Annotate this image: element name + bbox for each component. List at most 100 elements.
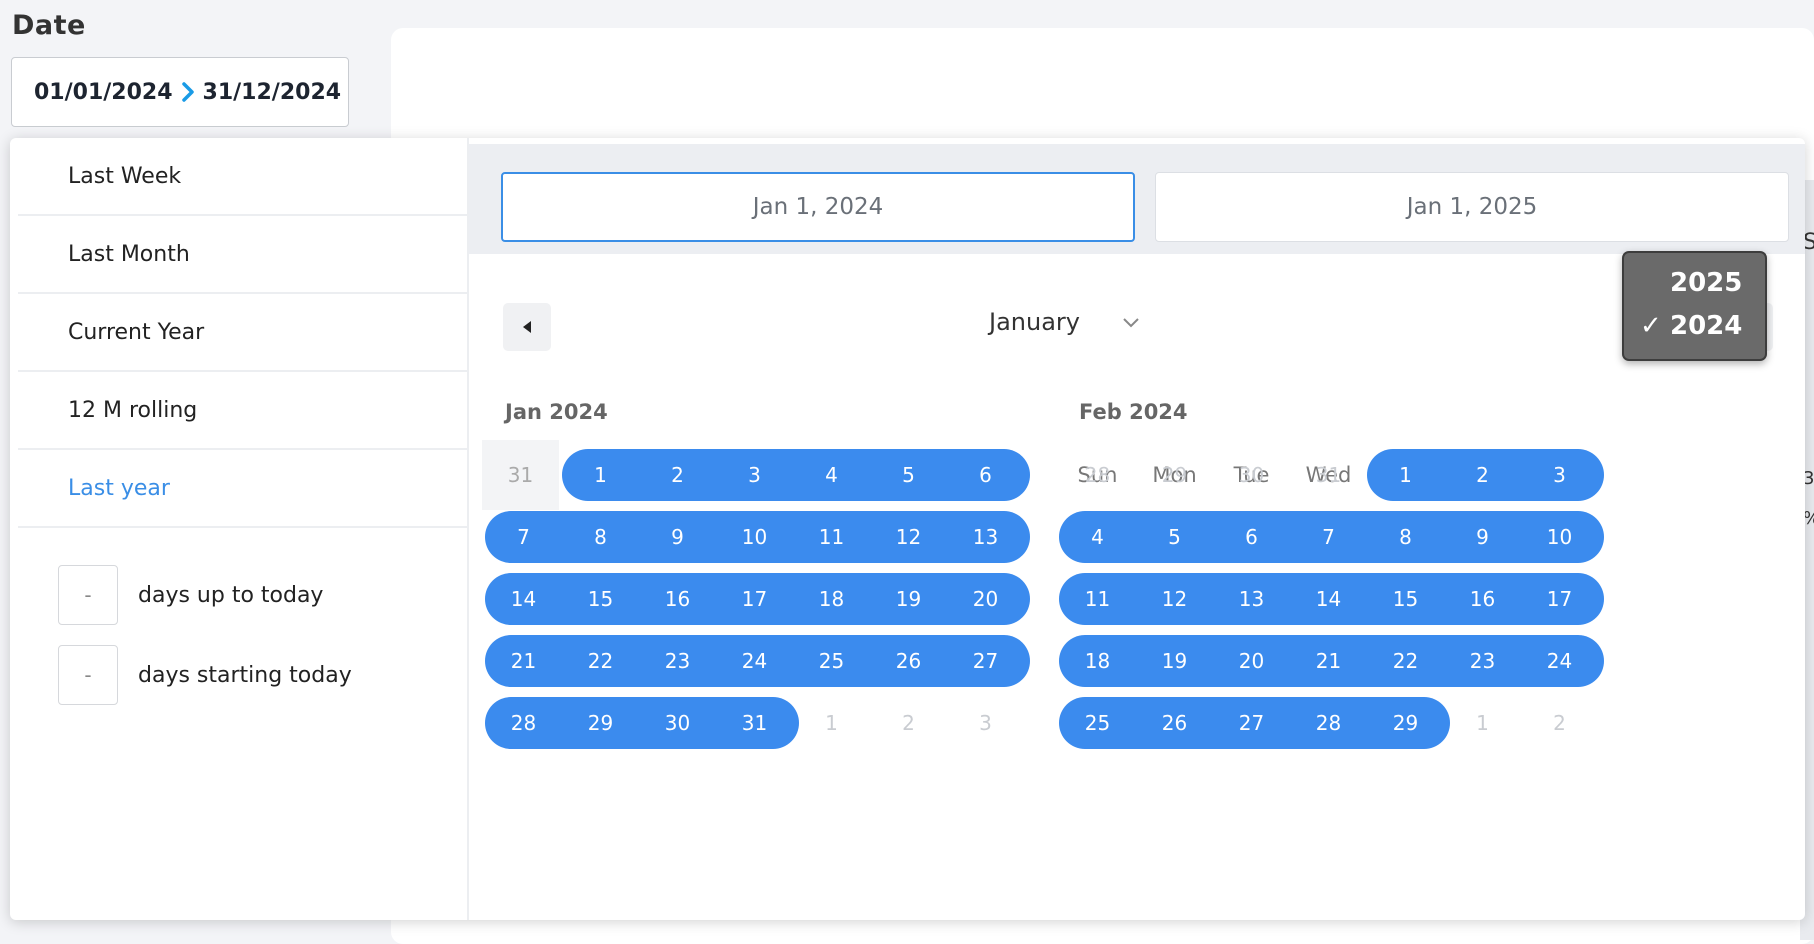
calendar-day[interactable]: 8 — [556, 511, 645, 563]
calendar-day-outside[interactable]: 1 — [787, 697, 876, 749]
calendar-day[interactable]: 15 — [556, 573, 645, 625]
calendar-day[interactable]: 26 — [1130, 697, 1219, 749]
triangle-left-icon — [523, 321, 531, 333]
calendar-day[interactable]: 9 — [633, 511, 722, 563]
date-label: Date — [12, 10, 86, 41]
calendar-day-outside[interactable]: 31 — [1284, 449, 1373, 501]
calendar-day[interactable]: 4 — [1053, 511, 1142, 563]
calendar-day[interactable]: 15 — [1361, 573, 1450, 625]
date-picker-popup: Last Week Last Month Current Year 12 M r… — [10, 138, 1805, 920]
calendar-day[interactable]: 5 — [864, 449, 953, 501]
date-range-field[interactable]: 01/01/2024 31/12/2024 — [11, 57, 349, 127]
days-up-to-today-label: days up to today — [138, 582, 324, 608]
calendar-day[interactable]: 24 — [1515, 635, 1604, 687]
calendar-day[interactable]: 18 — [787, 573, 876, 625]
calendar-day[interactable]: 7 — [479, 511, 568, 563]
calendar-day-outside[interactable]: 29 — [1130, 449, 1219, 501]
calendar-day[interactable]: 21 — [479, 635, 568, 687]
calendar-day[interactable]: 20 — [941, 573, 1030, 625]
year-dropdown[interactable]: 2025 ✓ 2024 — [1622, 251, 1767, 361]
calendar-day[interactable]: 13 — [1207, 573, 1296, 625]
calendar-day-outside[interactable]: 2 — [1515, 697, 1604, 749]
calendar-day-outside[interactable]: 28 — [1053, 449, 1142, 501]
days-starting-today-row: - days starting today — [58, 645, 352, 705]
calendar-day[interactable]: 19 — [864, 573, 953, 625]
preset-label: Current Year — [68, 319, 205, 345]
calendar-day-outside[interactable]: 31 — [482, 440, 559, 510]
calendar-day[interactable]: 16 — [633, 573, 722, 625]
calendar-day[interactable]: 5 — [1130, 511, 1219, 563]
preset-label: Last year — [68, 475, 170, 501]
calendar-day-outside[interactable]: 30 — [1207, 449, 1296, 501]
calendar-day[interactable]: 24 — [710, 635, 799, 687]
calendar-day[interactable]: 30 — [633, 697, 722, 749]
calendar-day[interactable]: 1 — [1361, 449, 1450, 501]
calendar-day[interactable]: 18 — [1053, 635, 1142, 687]
calendar-day[interactable]: 29 — [1361, 697, 1450, 749]
preset-current-year[interactable]: Current Year — [18, 294, 469, 372]
calendar-day[interactable]: 12 — [864, 511, 953, 563]
calendar-day[interactable]: 28 — [1284, 697, 1373, 749]
preset-last-year[interactable]: Last year — [18, 450, 469, 528]
calendar-day[interactable]: 12 — [1130, 573, 1219, 625]
start-date-input[interactable]: Jan 1, 2024 — [501, 172, 1135, 242]
calendar-day[interactable]: 17 — [1515, 573, 1604, 625]
calendar-day[interactable]: 14 — [1284, 573, 1373, 625]
calendar-day[interactable]: 13 — [941, 511, 1030, 563]
calendar-day[interactable]: 27 — [941, 635, 1030, 687]
month-select-value: January — [989, 308, 1080, 336]
calendar-day[interactable]: 21 — [1284, 635, 1373, 687]
calendar-day[interactable]: 6 — [941, 449, 1030, 501]
calendar-day[interactable]: 11 — [787, 511, 876, 563]
calendar-day[interactable]: 6 — [1207, 511, 1296, 563]
calendar-day-outside[interactable]: 1 — [1438, 697, 1527, 749]
calendar-day[interactable]: 17 — [710, 573, 799, 625]
calendar-day[interactable]: 22 — [556, 635, 645, 687]
calendar-day-outside[interactable]: 2 — [864, 697, 953, 749]
calendar-day[interactable]: 1 — [556, 449, 645, 501]
calendar-day[interactable]: 16 — [1438, 573, 1527, 625]
month-title: Feb 2024 — [1079, 400, 1188, 424]
calendar-day[interactable]: 22 — [1361, 635, 1450, 687]
year-option-label: 2025 — [1670, 268, 1743, 298]
calendar-day[interactable]: 23 — [1438, 635, 1527, 687]
preset-12m-rolling[interactable]: 12 M rolling — [18, 372, 469, 450]
calendar-day[interactable]: 27 — [1207, 697, 1296, 749]
calendar-day[interactable]: 2 — [1438, 449, 1527, 501]
preset-label: 12 M rolling — [68, 397, 198, 423]
year-option-2025[interactable]: 2025 — [1624, 268, 1765, 298]
calendar-day[interactable]: 10 — [710, 511, 799, 563]
prev-month-button[interactable] — [503, 303, 551, 351]
calendar-day-outside[interactable]: 3 — [941, 697, 1030, 749]
calendar-day[interactable]: 14 — [479, 573, 568, 625]
end-date-input[interactable]: Jan 1, 2025 — [1155, 172, 1789, 242]
calendar-day[interactable]: 8 — [1361, 511, 1450, 563]
calendar-day[interactable]: 19 — [1130, 635, 1219, 687]
days-starting-today-input[interactable]: - — [58, 645, 118, 705]
calendar-day[interactable]: 9 — [1438, 511, 1527, 563]
calendar-day[interactable]: 29 — [556, 697, 645, 749]
preset-last-month[interactable]: Last Month — [18, 216, 469, 294]
calendar-day[interactable]: 2 — [633, 449, 722, 501]
calendar-day[interactable]: 11 — [1053, 573, 1142, 625]
calendar-day[interactable]: 3 — [710, 449, 799, 501]
calendar-day[interactable]: 25 — [1053, 697, 1142, 749]
calendar-day[interactable]: 28 — [479, 697, 568, 749]
range-start: 01/01/2024 — [34, 79, 173, 105]
calendar-day[interactable]: 31 — [710, 697, 799, 749]
year-option-2024[interactable]: ✓ 2024 — [1624, 311, 1765, 341]
calendar-day[interactable]: 23 — [633, 635, 722, 687]
calendar-day[interactable]: 3 — [1515, 449, 1604, 501]
month-title: Jan 2024 — [505, 400, 608, 424]
calendar-day[interactable]: 4 — [787, 449, 876, 501]
calendar-day[interactable]: 26 — [864, 635, 953, 687]
days-up-to-today-input[interactable]: - — [58, 565, 118, 625]
month-select[interactable]: January — [989, 308, 1142, 336]
calendar-day[interactable]: 7 — [1284, 511, 1373, 563]
range-input-strip: Jan 1, 2024 Jan 1, 2025 — [469, 144, 1805, 254]
calendar-day[interactable]: 10 — [1515, 511, 1604, 563]
calendar-day[interactable]: 20 — [1207, 635, 1296, 687]
calendar-day[interactable]: 25 — [787, 635, 876, 687]
days-up-to-today-row: - days up to today — [58, 565, 323, 625]
preset-last-week[interactable]: Last Week — [18, 138, 469, 216]
